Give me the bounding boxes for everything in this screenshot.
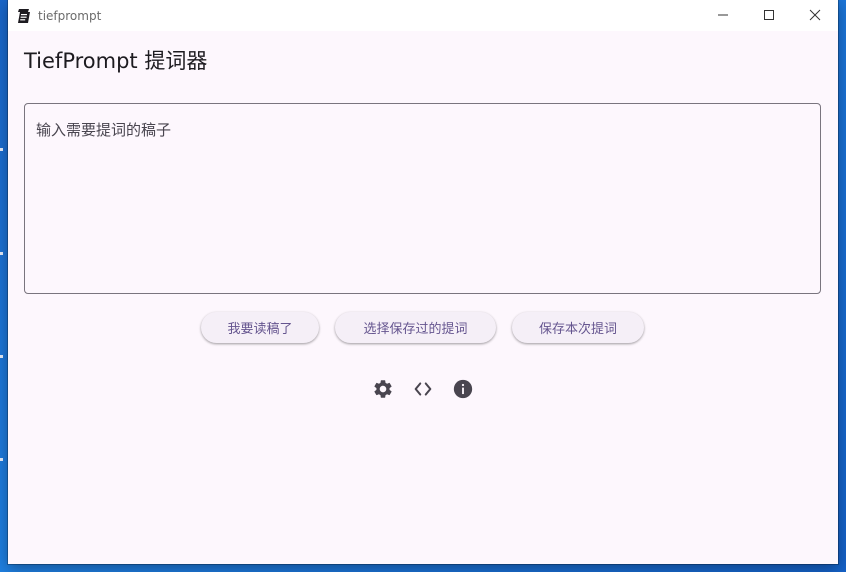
about-button[interactable] bbox=[450, 378, 476, 404]
desktop-speck bbox=[0, 458, 3, 461]
save-prompt-button[interactable]: 保存本次提词 bbox=[512, 312, 644, 343]
window-title: tiefprompt bbox=[38, 9, 102, 23]
minimize-icon bbox=[717, 6, 729, 25]
source-code-button[interactable] bbox=[410, 378, 436, 404]
desktop-speck bbox=[0, 355, 3, 358]
minimize-button[interactable] bbox=[700, 0, 746, 31]
action-buttons: 我要读稿了 选择保存过的提词 保存本次提词 bbox=[8, 312, 838, 344]
close-button[interactable] bbox=[792, 0, 838, 31]
settings-button[interactable] bbox=[370, 378, 396, 404]
page-title: TiefPrompt 提词器 bbox=[24, 49, 208, 73]
close-icon bbox=[809, 6, 821, 25]
settings-icon bbox=[372, 378, 394, 404]
draft-input[interactable] bbox=[24, 103, 821, 294]
app-logo-icon bbox=[16, 8, 32, 24]
app-window: tiefprompt TiefPrompt 提词器 我要读稿了 选择保存过的提词… bbox=[8, 0, 838, 564]
maximize-icon bbox=[763, 6, 775, 25]
choose-saved-prompt-button[interactable]: 选择保存过的提词 bbox=[335, 312, 496, 343]
code-icon bbox=[412, 378, 434, 404]
desktop-speck bbox=[0, 148, 3, 151]
footer-icon-row bbox=[8, 378, 838, 404]
start-reading-button[interactable]: 我要读稿了 bbox=[201, 312, 319, 343]
desktop-speck bbox=[0, 252, 3, 255]
info-icon bbox=[452, 378, 474, 404]
title-bar[interactable]: tiefprompt bbox=[8, 0, 838, 31]
maximize-button[interactable] bbox=[746, 0, 792, 31]
